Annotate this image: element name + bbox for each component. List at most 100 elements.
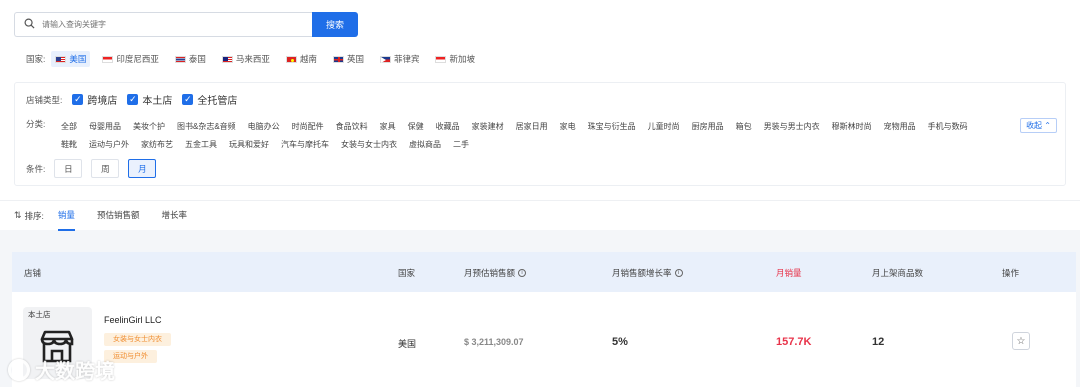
sort-bar: ⇅ 排序: 销量 预估销售额 增长率 — [0, 200, 1080, 231]
category-item[interactable]: 男装与男士内衣 — [764, 118, 820, 136]
condition-month-button[interactable]: 月 — [128, 159, 157, 178]
category-item[interactable]: 虚拟商品 — [409, 136, 441, 154]
category-item[interactable]: 时尚配件 — [292, 118, 324, 136]
category-item[interactable]: 电脑办公 — [248, 118, 280, 136]
vietnam-flag-icon — [285, 55, 297, 63]
country-label-uk: 英国 — [346, 54, 364, 64]
check-icon: ✓ — [182, 94, 194, 105]
category-item[interactable]: 手机与数码 — [928, 118, 968, 136]
watermark-text: 大数跨境 — [35, 361, 115, 383]
category-item[interactable]: 居家日用 — [516, 118, 548, 136]
category-item[interactable]: 鞋靴 — [61, 136, 77, 154]
category-item[interactable]: 二手 — [453, 136, 469, 154]
country-singapore[interactable]: 新加坡 — [431, 51, 479, 67]
category-item[interactable]: 食品饮料 — [336, 118, 368, 136]
country-label-thailand: 泰国 — [188, 54, 206, 64]
country-us[interactable]: 美国 — [51, 51, 91, 67]
cell-growth: 5% — [612, 336, 628, 348]
info-icon[interactable]: i — [518, 269, 527, 277]
country-indonesia[interactable]: 印度尼西亚 — [98, 51, 163, 67]
country-filter: 国家: 美国 印度尼西亚 泰国 马来西亚 越南 英国 菲律宾 新加坡 — [26, 51, 487, 67]
header-actions: 操作 — [1002, 268, 1020, 278]
search-button[interactable]: 搜索 — [312, 12, 358, 37]
category-item[interactable]: 箱包 — [736, 118, 752, 136]
category-list: 全部 母婴用品 美妆个护 图书&杂志&音频 电脑办公 时尚配件 食品饮料 家具 保健 收藏品 家装建… — [61, 118, 991, 154]
header-country: 国家 — [398, 268, 416, 278]
uk-flag-icon — [332, 55, 344, 63]
country-philippines[interactable]: 菲律宾 — [376, 51, 424, 67]
cell-country: 美国 — [398, 339, 417, 349]
header-shop: 店铺 — [24, 268, 42, 278]
header-monthly-sales[interactable]: 月销量 — [776, 267, 802, 279]
table-row[interactable]: 本土店 FeelinGirl LLC 女装与女士内衣 运动与户外 美国 $ 3,… — [12, 292, 1076, 387]
category-item[interactable]: 保健 — [408, 118, 424, 136]
shop-name[interactable]: FeelinGirl LLC — [104, 315, 162, 325]
country-thailand[interactable]: 泰国 — [171, 51, 210, 67]
watermark: 大数跨境 — [8, 355, 115, 384]
philippines-flag-icon — [379, 55, 391, 63]
cell-monthly-sales: 157.7K — [776, 336, 812, 348]
checkbox-cross-border[interactable]: ✓ 跨境店 — [72, 92, 117, 107]
category-item[interactable]: 宠物用品 — [884, 118, 916, 136]
checkbox-local[interactable]: ✓ 本土店 — [127, 92, 172, 107]
category-item[interactable]: 玩具和爱好 — [229, 136, 269, 154]
country-label-philippines: 菲律宾 — [393, 54, 420, 64]
category-item[interactable]: 运动与户外 — [89, 136, 129, 154]
country-malaysia[interactable]: 马来西亚 — [218, 51, 274, 67]
filter-card: 店铺类型: ✓ 跨境店 ✓ 本土店 ✓ 全托管店 分类: 全部 母婴用品 美妆个护 图书&杂… — [14, 82, 1066, 186]
watermark-logo-icon — [8, 358, 30, 381]
search-input[interactable] — [42, 20, 282, 29]
info-icon[interactable]: i — [674, 269, 683, 277]
category-item[interactable]: 图书&杂志&音频 — [177, 118, 236, 136]
category-item[interactable]: 母婴用品 — [89, 118, 121, 136]
check-icon: ✓ — [127, 94, 139, 105]
search-field[interactable] — [14, 12, 312, 37]
category-item[interactable]: 厨房用品 — [692, 118, 724, 136]
country-label-singapore: 新加坡 — [449, 54, 475, 64]
thailand-flag-icon — [174, 55, 186, 63]
condition-day-button[interactable]: 日 — [54, 159, 83, 178]
header-listed-products: 月上架商品数 — [872, 268, 924, 278]
cell-est-sales: $ 3,211,309.07 — [464, 337, 524, 347]
header-growth: 月销售额增长率 i — [612, 267, 683, 279]
category-item[interactable]: 家装建材 — [472, 118, 504, 136]
table-header: 店铺 国家 月预估销售额 i 月销售额增长率 i 月销量 月上架商品数 操作 — [12, 252, 1076, 292]
sort-tab-est-revenue[interactable]: 预估销售额 — [97, 201, 140, 231]
checkbox-label: 跨境店 — [87, 96, 118, 107]
country-label-us: 美国 — [69, 54, 87, 64]
category-item[interactable]: 家具 — [380, 118, 396, 136]
category-item[interactable]: 女装与女士内衣 — [341, 136, 397, 154]
filter-panel: 搜索 国家: 美国 印度尼西亚 泰国 马来西亚 越南 英国 菲律宾 — [0, 0, 1080, 200]
collapse-button[interactable]: 收起 ⌃ — [1020, 118, 1057, 133]
country-label-malaysia: 马来西亚 — [235, 54, 270, 64]
category-item[interactable]: 穆斯林时尚 — [832, 118, 872, 136]
condition-week-button[interactable]: 周 — [91, 159, 120, 178]
category-item[interactable]: 家电 — [560, 118, 576, 136]
category-item[interactable]: 收藏品 — [436, 118, 460, 136]
country-label-indonesia: 印度尼西亚 — [116, 54, 159, 64]
condition-label: 条件: — [26, 163, 46, 174]
country-uk[interactable]: 英国 — [329, 51, 368, 67]
favorite-button[interactable]: ☆ — [1012, 332, 1030, 350]
chevron-up-icon: ⌃ — [1044, 121, 1051, 130]
category-item[interactable]: 汽车与摩托车 — [281, 136, 329, 154]
category-item[interactable]: 珠宝与衍生品 — [588, 118, 636, 136]
search-bar: 搜索 — [14, 12, 358, 37]
star-icon: ☆ — [1016, 335, 1026, 347]
shop-type-label: 店铺类型: — [26, 94, 63, 105]
category-item[interactable]: 家纺布艺 — [141, 136, 173, 154]
check-icon: ✓ — [72, 94, 84, 105]
shop-type-filter: 店铺类型: ✓ 跨境店 ✓ 本土店 ✓ 全托管店 — [26, 92, 237, 107]
category-item[interactable]: 全部 — [61, 118, 77, 136]
country-vietnam[interactable]: 越南 — [282, 51, 321, 67]
shop-table: 店铺 国家 月预估销售额 i 月销售额增长率 i 月销量 月上架商品数 操作 本土店… — [12, 252, 1076, 387]
checkbox-full-managed[interactable]: ✓ 全托管店 — [182, 92, 237, 107]
category-item[interactable]: 美妆个护 — [133, 118, 165, 136]
country-label-vietnam: 越南 — [299, 54, 317, 64]
sort-tab-growth[interactable]: 增长率 — [161, 201, 187, 231]
malaysia-flag-icon — [221, 55, 233, 63]
sort-tab-sales[interactable]: 销量 — [57, 201, 75, 231]
collapse-label: 收起 — [1026, 121, 1043, 130]
category-item[interactable]: 儿童时尚 — [648, 118, 680, 136]
category-item[interactable]: 五金工具 — [185, 136, 217, 154]
